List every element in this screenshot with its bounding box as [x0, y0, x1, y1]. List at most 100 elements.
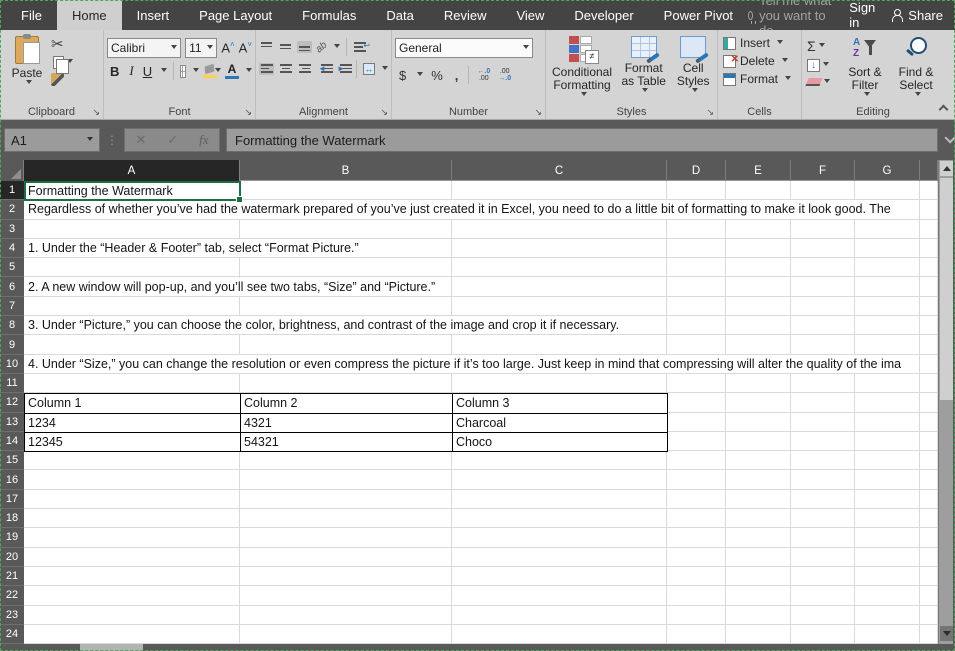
cell-B21[interactable] [240, 567, 452, 585]
cell-G13[interactable] [855, 413, 920, 431]
horizontal-scrollbar-thumb[interactable] [80, 644, 143, 651]
cell-C6[interactable] [452, 277, 667, 295]
row-header-2[interactable]: 2 [0, 200, 24, 219]
cell-F6[interactable] [791, 277, 855, 295]
cell-D11[interactable] [667, 374, 726, 392]
cell-D6[interactable] [667, 277, 726, 295]
cell-B1[interactable] [240, 181, 452, 199]
cell-C19[interactable] [452, 528, 667, 546]
number-dialog-launcher[interactable]: ↘ [534, 108, 542, 117]
cell-E23[interactable] [726, 606, 791, 624]
insert-cells-button[interactable]: Insert [721, 36, 798, 50]
cell-C11[interactable] [452, 374, 667, 392]
cell-G1[interactable] [855, 181, 920, 199]
expand-formula-bar-icon[interactable] [944, 132, 955, 143]
cell-H2[interactable] [920, 200, 938, 218]
fill-button[interactable]: ↓ [805, 58, 839, 73]
column-header-C[interactable]: C [452, 160, 667, 181]
cell-C1[interactable] [452, 181, 667, 199]
cell-A17[interactable] [24, 490, 240, 508]
align-middle-button[interactable] [278, 41, 293, 53]
cell-G6[interactable] [855, 277, 920, 295]
cell-A9[interactable] [24, 335, 240, 353]
cell-H16[interactable] [920, 470, 938, 488]
shrink-font-button[interactable]: A˅ [239, 40, 252, 55]
cell-D3[interactable] [667, 220, 726, 238]
row-header-3[interactable]: 3 [0, 220, 24, 239]
cell-A21[interactable] [24, 567, 240, 585]
row-header-6[interactable]: 6 [0, 277, 24, 296]
cell-G12[interactable] [855, 393, 920, 411]
cell-C24[interactable] [452, 625, 667, 643]
conditional-formatting-button[interactable]: Conditional Formatting [549, 34, 615, 102]
row-header-24[interactable]: 24 [0, 625, 24, 644]
cell-A5[interactable] [24, 258, 240, 276]
sort-filter-button[interactable]: AZ Sort & Filter [839, 34, 891, 102]
share-button[interactable]: Share [891, 8, 943, 23]
cell-B22[interactable] [240, 586, 452, 604]
cell-E18[interactable] [726, 509, 791, 527]
cell-D7[interactable] [667, 297, 726, 315]
cell-B11[interactable] [240, 374, 452, 392]
table-cell-r12-c1[interactable]: Column 1 [25, 394, 241, 413]
cell-E21[interactable] [726, 567, 791, 585]
font-color-button[interactable]: A [225, 64, 239, 79]
cell-G19[interactable] [855, 528, 920, 546]
increase-indent-button[interactable]: ► [335, 63, 350, 75]
cell-E16[interactable] [726, 470, 791, 488]
cell-B5[interactable] [240, 258, 452, 276]
autosum-button[interactable]: Σ [805, 38, 839, 54]
cell-G9[interactable] [855, 335, 920, 353]
enter-icon[interactable]: ✓ [167, 132, 178, 148]
cell-G4[interactable] [855, 239, 920, 257]
cell-F11[interactable] [791, 374, 855, 392]
bold-button[interactable]: B [107, 64, 122, 79]
cell-F15[interactable] [791, 451, 855, 469]
cell-F24[interactable] [791, 625, 855, 643]
cell-H19[interactable] [920, 528, 938, 546]
cell-D12[interactable] [667, 393, 726, 411]
cell-D9[interactable] [667, 335, 726, 353]
row-header-20[interactable]: 20 [0, 548, 24, 567]
cell-B16[interactable] [240, 470, 452, 488]
cell-H17[interactable] [920, 490, 938, 508]
cell-E20[interactable] [726, 548, 791, 566]
cell-D1[interactable] [667, 181, 726, 199]
table-cell-r14-c1[interactable]: 12345 [25, 433, 241, 452]
cell-H10[interactable] [920, 355, 938, 373]
underline-button[interactable]: U [141, 64, 154, 79]
row-header-12[interactable]: 12 [0, 393, 24, 412]
cell-E15[interactable] [726, 451, 791, 469]
cell-F17[interactable] [791, 490, 855, 508]
cell-H9[interactable] [920, 335, 938, 353]
cell-D5[interactable] [667, 258, 726, 276]
cell-G5[interactable] [855, 258, 920, 276]
cell-D23[interactable] [667, 606, 726, 624]
cell-A15[interactable] [24, 451, 240, 469]
cell-G23[interactable] [855, 606, 920, 624]
column-header-B[interactable]: B [240, 160, 452, 181]
vertical-scrollbar-thumb[interactable] [940, 178, 953, 400]
cell-E24[interactable] [726, 625, 791, 643]
ribbon-tab-power-pivot[interactable]: Power Pivot [649, 0, 748, 30]
cell-A23[interactable] [24, 606, 240, 624]
cell-H14[interactable] [920, 432, 938, 450]
cell-B3[interactable] [240, 220, 452, 238]
alignment-dialog-launcher[interactable]: ↘ [380, 108, 388, 117]
format-as-table-button[interactable]: Format as Table [615, 34, 672, 102]
cell-D21[interactable] [667, 567, 726, 585]
table-cell-r13-c3[interactable]: Charcoal [453, 414, 668, 433]
select-all-button[interactable] [0, 160, 24, 181]
cell-D14[interactable] [667, 432, 726, 450]
align-center-button[interactable] [278, 63, 293, 75]
cell-B18[interactable] [240, 509, 452, 527]
column-header-F[interactable]: F [791, 160, 855, 181]
cell-H22[interactable] [920, 586, 938, 604]
cell-E3[interactable] [726, 220, 791, 238]
ribbon-tab-insert[interactable]: Insert [122, 0, 185, 30]
cell-G20[interactable] [855, 548, 920, 566]
clipboard-dialog-launcher[interactable]: ↘ [92, 108, 100, 117]
cell-D20[interactable] [667, 548, 726, 566]
cell-H11[interactable] [920, 374, 938, 392]
formula-input[interactable]: Formatting the Watermark [226, 128, 938, 152]
